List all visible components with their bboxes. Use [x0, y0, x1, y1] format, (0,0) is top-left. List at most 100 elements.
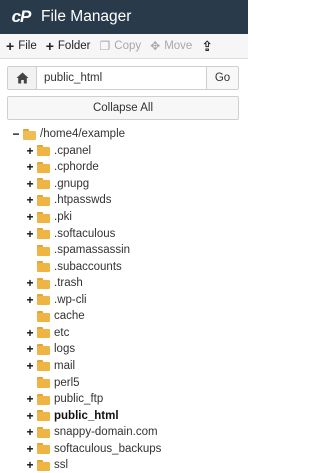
folder-icon [37, 211, 51, 223]
tree-item[interactable]: + public_ftp [26, 391, 103, 408]
new-file-label: File [18, 40, 37, 52]
tree-item-label: etc [54, 326, 70, 339]
move-button[interactable]: ✥ Move [150, 40, 192, 52]
tree-item[interactable]: + public_html [26, 407, 119, 424]
expand-icon[interactable]: + [26, 276, 34, 290]
tree-item-label: .htpasswds [54, 194, 112, 207]
tree-item[interactable]: + ssl [26, 457, 68, 473]
expand-icon[interactable]: + [26, 227, 34, 241]
tree-item-label: .wp-cli [54, 293, 87, 306]
tree-item-label: snappy-domain.com [54, 426, 158, 439]
tree-item[interactable]: perl5 [26, 374, 80, 391]
upload-icon: ⇪ [201, 38, 214, 54]
tree-item[interactable]: + etc [26, 325, 69, 342]
tree-item[interactable]: + softaculous_backups [26, 440, 161, 457]
new-folder-button[interactable]: + Folder [46, 39, 91, 53]
collapse-icon[interactable]: − [12, 127, 20, 141]
folder-icon [37, 426, 51, 438]
page-title: File Manager [41, 8, 132, 25]
tree-item[interactable]: .spamassassin [26, 242, 130, 259]
tree-item-label: .pki [54, 211, 72, 223]
folder-icon [37, 277, 51, 289]
tree-item[interactable]: + .wp-cli [26, 292, 87, 309]
plus-icon: + [45, 38, 54, 54]
folder-icon [37, 327, 51, 339]
tree-item[interactable]: + .trash [26, 275, 83, 292]
tree-item[interactable]: + mail [26, 358, 75, 375]
upload-button[interactable]: ⇪ [201, 39, 217, 53]
path-bar: Go [7, 66, 239, 90]
folder-icon [37, 377, 51, 388]
tree-root-label: /home4/example [40, 128, 126, 141]
tree-item[interactable]: + .htpasswds [26, 192, 112, 209]
folder-icon [37, 261, 51, 273]
cpanel-logo: cP [11, 7, 32, 26]
folder-icon [37, 393, 51, 405]
go-button[interactable]: Go [206, 67, 238, 89]
folder-icon [37, 410, 51, 422]
new-file-button[interactable]: + File [6, 39, 37, 53]
expand-icon[interactable]: + [26, 342, 34, 356]
expand-icon[interactable]: + [26, 442, 34, 456]
tree-item[interactable]: + .gnupg [26, 176, 89, 193]
folder-icon [37, 145, 51, 157]
expand-icon[interactable]: + [26, 144, 34, 158]
folder-icon [37, 244, 51, 256]
tree-item-label: .trash [54, 277, 83, 290]
folder-icon [37, 178, 51, 190]
tree-item-label: public_ftp [54, 393, 104, 406]
tree-item-label: cache [54, 310, 85, 323]
expand-icon[interactable]: + [26, 160, 34, 174]
tree-item-label: .cpanel [54, 144, 92, 157]
tree-item-label: perl5 [54, 376, 80, 389]
tree-item[interactable]: + .pki [26, 209, 72, 226]
tree-item-label: .softaculous [54, 227, 116, 240]
home-button[interactable] [8, 67, 37, 89]
copy-button[interactable]: ❐ Copy [100, 40, 142, 52]
expand-icon[interactable]: + [26, 326, 34, 340]
tree-item-label: logs [54, 343, 76, 356]
folder-icon [37, 360, 51, 372]
tree-item[interactable]: + .softaculous [26, 225, 115, 242]
tree-item-label: ssl [54, 459, 69, 472]
expand-icon[interactable]: + [26, 425, 34, 439]
expand-icon[interactable]: + [26, 409, 34, 423]
tree-item-label: .cphorde [54, 161, 99, 174]
tree-item-label: softaculous_backups [54, 442, 162, 455]
expand-icon[interactable]: + [26, 177, 34, 191]
expand-icon[interactable]: + [26, 193, 34, 207]
app-header: cP File Manager [0, 0, 248, 34]
folder-icon [37, 294, 51, 306]
tree-item[interactable]: + logs [26, 341, 75, 358]
new-folder-label: Folder [57, 40, 91, 52]
expand-icon[interactable]: + [26, 359, 34, 373]
home-icon [16, 72, 28, 84]
copy-label: Copy [114, 40, 142, 52]
tree-item-label: .spamassassin [54, 244, 131, 257]
collapse-all-button[interactable]: Collapse All [7, 96, 239, 120]
copy-icon: ❐ [99, 39, 111, 53]
tree-item-label: .subaccounts [54, 260, 122, 273]
folder-icon [37, 194, 51, 206]
expand-icon[interactable]: + [26, 293, 34, 307]
tree-item[interactable]: + snappy-domain.com [26, 424, 158, 441]
tree-root[interactable]: − /home4/example [12, 126, 125, 143]
expand-icon[interactable]: + [26, 458, 34, 472]
folder-icon [37, 443, 51, 455]
expand-icon[interactable]: + [26, 392, 34, 406]
folder-icon [37, 310, 51, 322]
path-input[interactable] [37, 67, 206, 89]
tree-item[interactable]: cache [26, 308, 85, 325]
move-label: Move [164, 40, 193, 52]
tree-item-label: public_html [54, 409, 119, 422]
tree-item-label: .gnupg [54, 177, 90, 190]
expand-icon[interactable]: + [26, 210, 34, 224]
tree-item[interactable]: + .cpanel [26, 143, 91, 160]
tree-item[interactable]: + .cphorde [26, 159, 99, 176]
tree-item[interactable]: .subaccounts [26, 258, 122, 275]
move-icon: ✥ [150, 39, 161, 53]
toolbar: + File + Folder ❐ Copy ✥ Move ⇪ [0, 34, 248, 59]
tree-item-label: mail [54, 359, 76, 372]
folder-open-icon [23, 128, 37, 140]
plus-icon: + [6, 38, 15, 54]
